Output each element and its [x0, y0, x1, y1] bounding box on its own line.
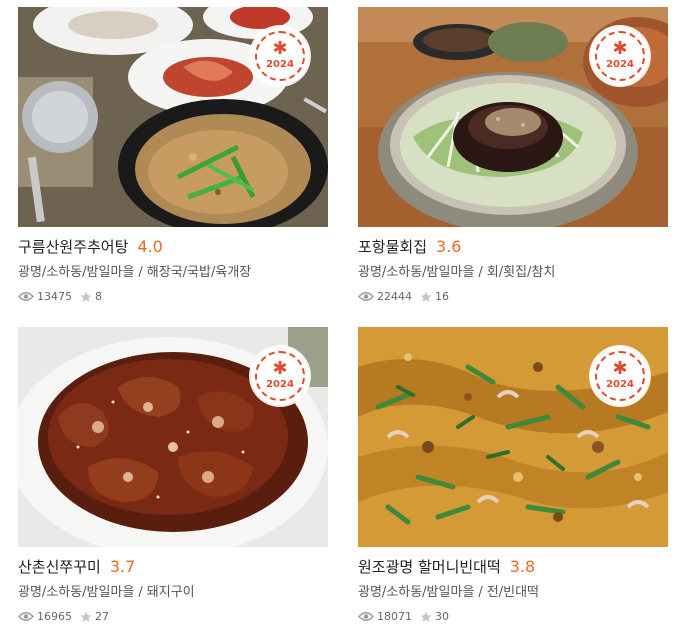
favorite-count: 30: [420, 610, 449, 623]
favorite-count-value: 16: [435, 290, 449, 303]
restaurant-rating: 4.0: [137, 237, 163, 256]
award-badge: ✱ 2024: [251, 27, 309, 85]
restaurant-stats: 22444 16: [358, 290, 668, 303]
restaurant-photo[interactable]: ✱ 2024: [358, 327, 668, 547]
meta-separator: /: [138, 585, 143, 600]
view-count-value: 22444: [377, 290, 412, 303]
restaurant-photo[interactable]: ✱ 2024: [358, 7, 668, 227]
star-icon: [80, 291, 92, 302]
view-count: 13475: [18, 290, 72, 303]
view-count-value: 18071: [377, 610, 412, 623]
restaurant-name[interactable]: 구름산원주추어탕: [18, 236, 128, 257]
restaurant-meta: 광명/소하동/밤일마을 / 전/빈대떡: [358, 581, 668, 601]
badge-star-icon: ✱: [272, 358, 288, 379]
view-count: 22444: [358, 290, 412, 303]
award-badge: ✱ 2024: [591, 347, 649, 405]
favorite-count: 8: [80, 290, 102, 303]
meta-separator: /: [478, 585, 483, 600]
meta-separator: /: [478, 265, 483, 280]
restaurant-rating: 3.7: [109, 557, 136, 576]
star-icon: [420, 611, 432, 622]
restaurant-card[interactable]: ✱ 2024 원조광명 할머니빈대떡 3.8 광명/소하동/밤일마을 / 전/빈대떡…: [358, 327, 668, 623]
meta-separator: /: [138, 265, 143, 280]
restaurant-name[interactable]: 산촌신쭈꾸미: [18, 556, 101, 577]
restaurant-rating: 3.8: [509, 557, 536, 576]
restaurant-stats: 16965 27: [18, 610, 328, 623]
restaurant-photo[interactable]: ✱ 2024: [18, 7, 328, 227]
badge-year: 2024: [266, 379, 294, 390]
restaurant-category: 돼지구이: [146, 585, 195, 600]
restaurant-category: 회/횟집/참치: [486, 265, 556, 280]
restaurant-photo[interactable]: ✱ 2024: [18, 327, 328, 547]
favorite-count-value: 8: [95, 290, 102, 303]
favorite-count-value: 27: [95, 610, 109, 623]
badge-star-icon: ✱: [272, 38, 288, 59]
star-icon: [80, 611, 92, 622]
star-icon: [420, 291, 432, 302]
badge-star-icon: ✱: [612, 358, 628, 379]
badge-star-icon: ✱: [612, 38, 628, 59]
restaurant-card[interactable]: ✱ 2024 포항물회집 3.6 광명/소하동/밤일마을 / 회/횟집/참치 224…: [358, 7, 668, 303]
view-count-value: 13475: [37, 290, 72, 303]
restaurant-card[interactable]: ✱ 2024 구름산원주추어탕 4.0 광명/소하동/밤일마을 / 해장국/국밥/육…: [18, 7, 328, 303]
favorite-count-value: 30: [435, 610, 449, 623]
restaurant-area: 광명/소하동/밤일마을: [358, 265, 475, 280]
badge-year: 2024: [266, 59, 294, 70]
view-count-value: 16965: [37, 610, 72, 623]
restaurant-category: 해장국/국밥/육개장: [146, 265, 252, 280]
restaurant-meta: 광명/소하동/밤일마을 / 돼지구이: [18, 581, 328, 601]
restaurant-area: 광명/소하동/밤일마을: [18, 265, 135, 280]
eye-icon: [358, 612, 374, 621]
restaurant-card[interactable]: ✱ 2024 산촌신쭈꾸미 3.7 광명/소하동/밤일마을 / 돼지구이 16965…: [18, 327, 328, 623]
restaurant-rating: 3.6: [436, 237, 462, 256]
favorite-count: 16: [420, 290, 449, 303]
favorite-count: 27: [80, 610, 109, 623]
view-count: 18071: [358, 610, 412, 623]
restaurant-meta: 광명/소하동/밤일마을 / 해장국/국밥/육개장: [18, 261, 328, 281]
restaurant-area: 광명/소하동/밤일마을: [358, 585, 475, 600]
restaurant-name[interactable]: 포항물회집: [358, 236, 427, 257]
eye-icon: [358, 292, 374, 301]
restaurant-category: 전/빈대떡: [486, 585, 540, 600]
eye-icon: [18, 612, 34, 621]
eye-icon: [18, 292, 34, 301]
view-count: 16965: [18, 610, 72, 623]
restaurant-stats: 18071 30: [358, 610, 668, 623]
badge-year: 2024: [606, 379, 634, 390]
badge-year: 2024: [606, 59, 634, 70]
restaurant-name[interactable]: 원조광명 할머니빈대떡: [358, 556, 501, 577]
award-badge: ✱ 2024: [591, 27, 649, 85]
award-badge: ✱ 2024: [251, 347, 309, 405]
restaurant-meta: 광명/소하동/밤일마을 / 회/횟집/참치: [358, 261, 668, 281]
restaurant-stats: 13475 8: [18, 290, 328, 303]
restaurant-area: 광명/소하동/밤일마을: [18, 585, 135, 600]
